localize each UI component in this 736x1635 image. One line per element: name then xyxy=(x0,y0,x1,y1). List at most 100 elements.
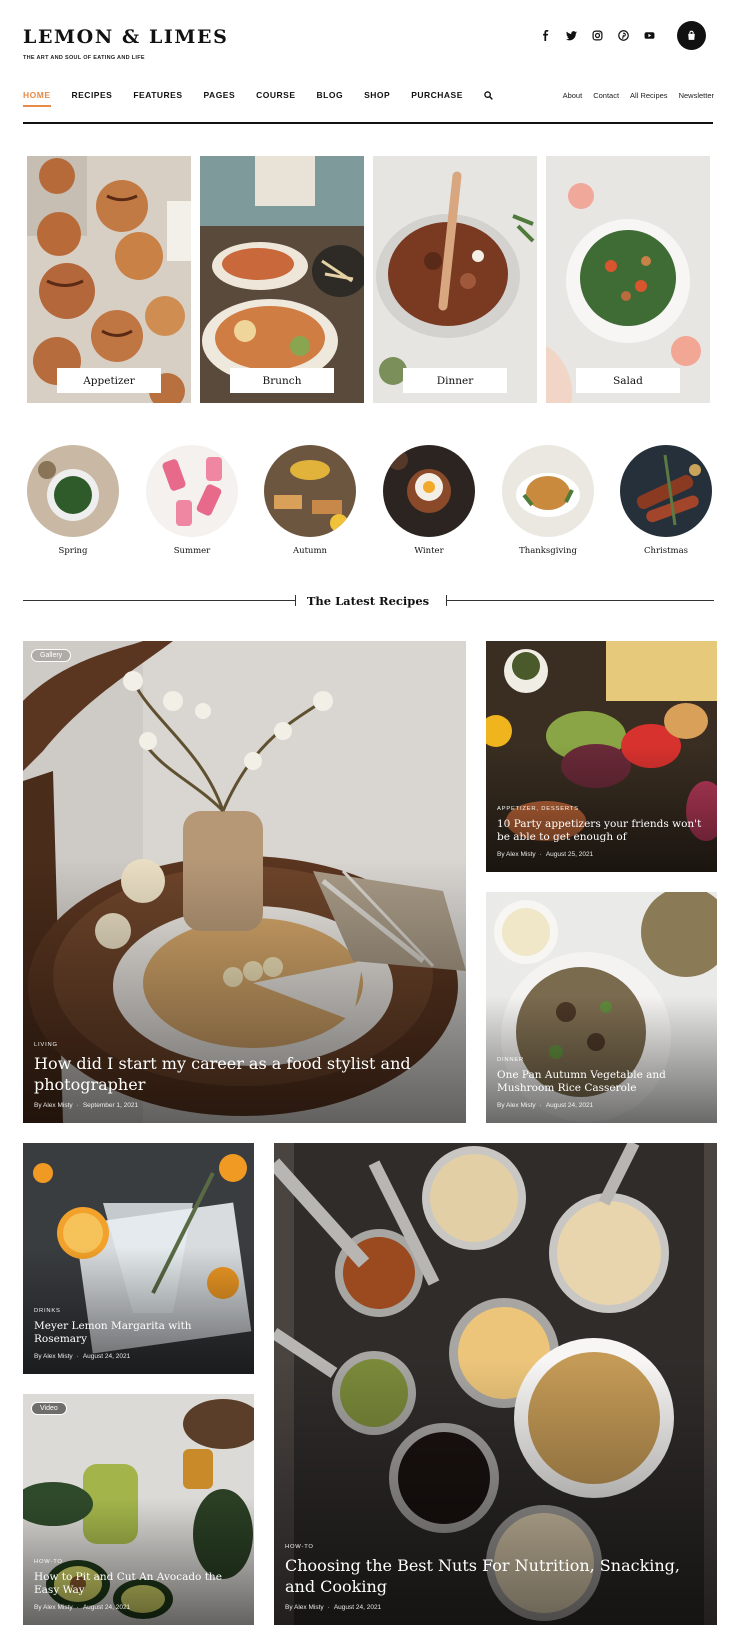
nav-recipes[interactable]: RECIPES xyxy=(72,90,113,100)
site-tagline: THE ART AND SOUL OF EATING AND LIFE xyxy=(23,55,145,61)
post-author[interactable]: By Alex Misty xyxy=(497,851,536,858)
nav-contact[interactable]: Contact xyxy=(593,91,619,100)
secondary-nav: About Contact All Recipes Newsletter xyxy=(563,91,714,100)
season-label: Winter xyxy=(414,546,444,556)
post-meta: HOW-TO Choosing the Best Nuts For Nutrit… xyxy=(285,1544,703,1611)
twitter-icon[interactable] xyxy=(563,27,580,44)
season-thanksgiving[interactable]: Thanksgiving xyxy=(502,445,594,556)
post-byline: By Alex Misty · August 24, 2021 xyxy=(497,1102,594,1109)
pinterest-icon[interactable] xyxy=(615,27,632,44)
instagram-icon[interactable] xyxy=(589,27,606,44)
category-card-appetizer[interactable]: Appetizer xyxy=(27,156,191,403)
nav-home[interactable]: HOME xyxy=(23,90,51,107)
season-label: Christmas xyxy=(643,546,689,556)
category-label: Salad xyxy=(576,368,680,393)
header-divider xyxy=(23,122,713,124)
post-category[interactable]: HOW-TO xyxy=(285,1544,703,1550)
post-date: August 24, 2021 xyxy=(545,1102,594,1109)
heading-rule-right xyxy=(446,600,714,601)
season-image xyxy=(620,445,712,537)
post-author[interactable]: By Alex Misty xyxy=(34,1102,73,1109)
season-christmas[interactable]: Christmas xyxy=(620,445,712,556)
post-author[interactable]: By Alex Misty xyxy=(497,1102,536,1109)
post-card-margarita[interactable]: DRINKS Meyer Lemon Margarita with Rosema… xyxy=(23,1143,254,1374)
post-meta: DRINKS Meyer Lemon Margarita with Rosema… xyxy=(34,1308,240,1360)
gallery-badge[interactable]: Gallery xyxy=(31,649,72,662)
post-byline: By Alex Misty · August 24, 2021 xyxy=(34,1353,131,1360)
nav-course[interactable]: COURSE xyxy=(256,90,295,100)
youtube-icon[interactable] xyxy=(641,27,658,44)
post-card-casserole[interactable]: DINNER One Pan Autumn Vegetable and Mush… xyxy=(486,892,717,1123)
nav-all-recipes[interactable]: All Recipes xyxy=(630,91,668,100)
post-category[interactable]: HOW-TO xyxy=(34,1559,240,1565)
post-card-nuts[interactable]: HOW-TO Choosing the Best Nuts For Nutrit… xyxy=(274,1143,717,1625)
social-links xyxy=(537,27,658,44)
post-author[interactable]: By Alex Misty xyxy=(34,1353,73,1360)
site-logo[interactable]: LEMON & LIMES xyxy=(23,26,228,48)
post-category[interactable]: APPETIZER, DESSERTS xyxy=(497,806,703,812)
post-meta: HOW-TO How to Pit and Cut An Avocado the… xyxy=(34,1559,240,1611)
season-image xyxy=(502,445,594,537)
post-card-main[interactable]: Gallery LIVING How did I start my career… xyxy=(23,641,466,1123)
season-autumn[interactable]: Autumn xyxy=(264,445,356,556)
post-date: September 1, 2021 xyxy=(82,1102,139,1109)
shopping-bag-icon[interactable] xyxy=(677,21,706,50)
category-label: Dinner xyxy=(403,368,507,393)
category-card-dinner[interactable]: Dinner xyxy=(373,156,537,403)
post-category[interactable]: LIVING xyxy=(34,1042,452,1048)
post-title[interactable]: One Pan Autumn Vegetable and Mushroom Ri… xyxy=(497,1069,703,1096)
season-label: Spring xyxy=(58,546,88,556)
post-date: August 25, 2021 xyxy=(545,851,594,858)
post-date: August 24, 2021 xyxy=(333,1604,382,1611)
nav-about[interactable]: About xyxy=(563,91,583,100)
post-byline: By Alex Misty · August 25, 2021 xyxy=(497,851,594,858)
section-title: The Latest Recipes xyxy=(306,594,430,608)
main-nav: HOME RECIPES FEATURES PAGES COURSE BLOG … xyxy=(23,90,493,107)
category-card-salad[interactable]: Salad xyxy=(546,156,710,403)
post-title[interactable]: 10 Party appetizers your friends won't b… xyxy=(497,818,703,845)
season-image xyxy=(264,445,356,537)
post-meta: DINNER One Pan Autumn Vegetable and Mush… xyxy=(497,1057,703,1109)
nav-purchase[interactable]: PURCHASE xyxy=(411,90,463,100)
appetizer-photo xyxy=(27,156,191,403)
season-label: Summer xyxy=(173,546,211,556)
post-author[interactable]: By Alex Misty xyxy=(285,1604,324,1611)
post-title[interactable]: How did I start my career as a food styl… xyxy=(34,1054,452,1096)
post-date: August 24, 2021 xyxy=(82,1604,131,1611)
season-summer[interactable]: Summer xyxy=(146,445,238,556)
search-icon[interactable] xyxy=(484,90,493,100)
post-byline: By Alex Misty · August 24, 2021 xyxy=(285,1604,382,1611)
post-card-party[interactable]: APPETIZER, DESSERTS 10 Party appetizers … xyxy=(486,641,717,872)
post-date: August 24, 2021 xyxy=(82,1353,131,1360)
video-badge[interactable]: Video xyxy=(31,1402,67,1415)
season-winter[interactable]: Winter xyxy=(383,445,475,556)
category-label: Appetizer xyxy=(57,368,161,393)
post-title[interactable]: Meyer Lemon Margarita with Rosemary xyxy=(34,1320,240,1347)
nav-shop[interactable]: SHOP xyxy=(364,90,390,100)
facebook-icon[interactable] xyxy=(537,27,554,44)
post-author[interactable]: By Alex Misty xyxy=(34,1604,73,1611)
post-category[interactable]: DINNER xyxy=(497,1057,703,1063)
post-card-avocado[interactable]: Video HOW-TO How to Pit and Cut An Avoca… xyxy=(23,1394,254,1625)
post-title[interactable]: How to Pit and Cut An Avocado the Easy W… xyxy=(34,1571,240,1598)
nav-newsletter[interactable]: Newsletter xyxy=(679,91,714,100)
category-label: Brunch xyxy=(230,368,334,393)
brunch-photo xyxy=(200,156,364,403)
post-byline: By Alex Misty · September 1, 2021 xyxy=(34,1102,139,1109)
season-image xyxy=(146,445,238,537)
dinner-photo xyxy=(373,156,537,403)
nav-features[interactable]: FEATURES xyxy=(133,90,182,100)
post-meta: APPETIZER, DESSERTS 10 Party appetizers … xyxy=(497,806,703,858)
nav-pages[interactable]: PAGES xyxy=(204,90,236,100)
season-image xyxy=(27,445,119,537)
nav-blog[interactable]: BLOG xyxy=(317,90,344,100)
post-title[interactable]: Choosing the Best Nuts For Nutrition, Sn… xyxy=(285,1556,703,1598)
salad-photo xyxy=(546,156,710,403)
category-card-brunch[interactable]: Brunch xyxy=(200,156,364,403)
post-category[interactable]: DRINKS xyxy=(34,1308,240,1314)
post-byline: By Alex Misty · August 24, 2021 xyxy=(34,1604,131,1611)
season-label: Autumn xyxy=(292,546,328,556)
season-spring[interactable]: Spring xyxy=(27,445,119,556)
post-meta: LIVING How did I start my career as a fo… xyxy=(34,1042,452,1109)
season-label: Thanksgiving xyxy=(519,546,577,556)
